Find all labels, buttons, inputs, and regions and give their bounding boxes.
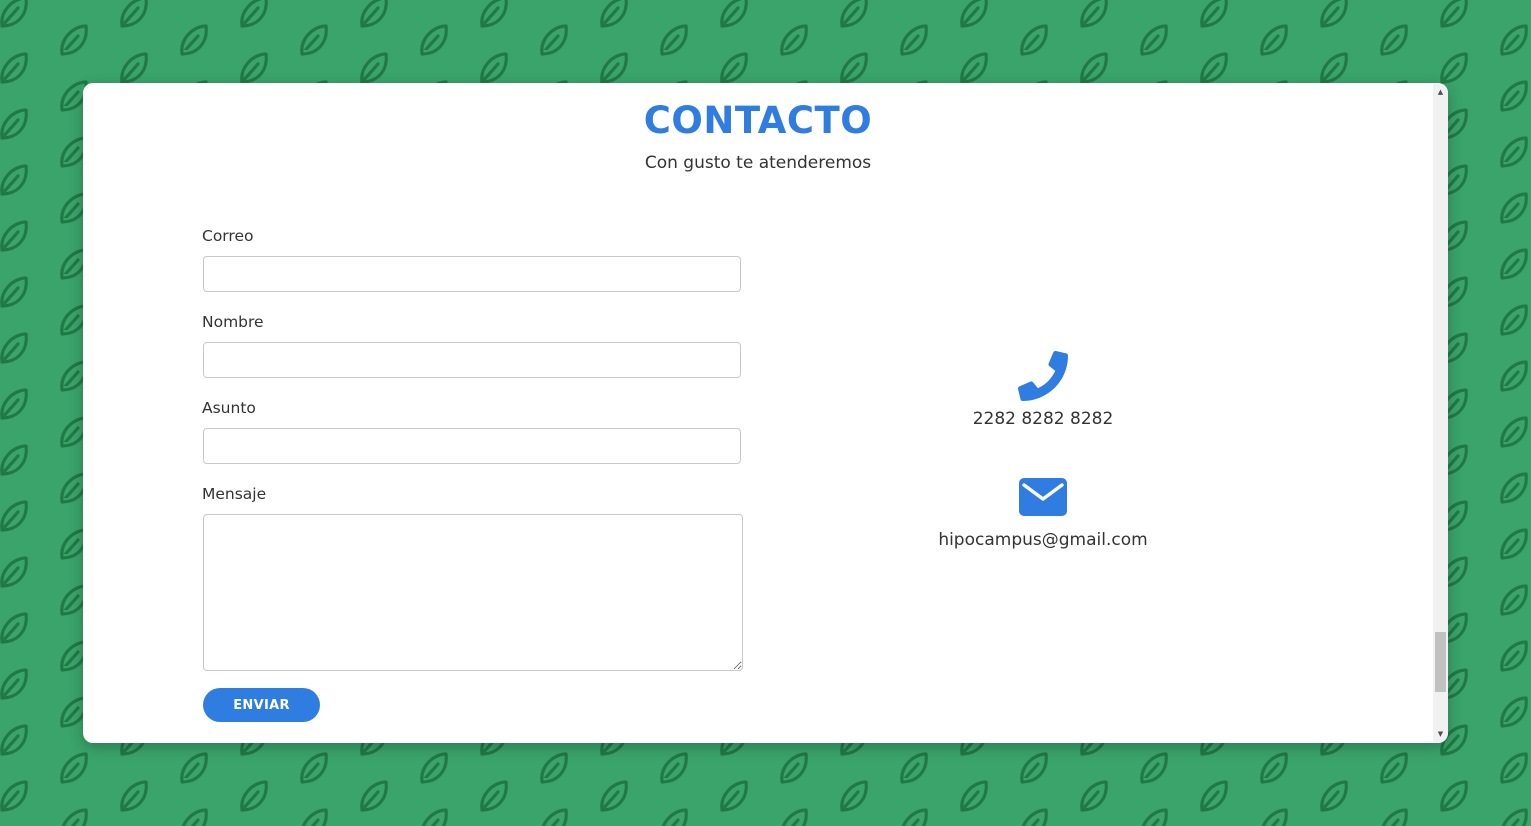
email-address: hipocampus@gmail.com [938,530,1148,550]
message-textarea[interactable] [203,514,743,671]
page-subtitle: Con gusto te atenderemos [644,153,872,173]
scroll-thumb[interactable] [1435,632,1446,692]
message-label: Mensaje [202,485,267,503]
name-field[interactable] [203,342,741,378]
contact-card: CONTACTO Con gusto te atenderemos Correo… [83,83,1448,743]
scroll-up-arrow-icon[interactable]: ▲ [1433,85,1448,99]
subject-label: Asunto [202,399,256,417]
page-title: CONTACTO [643,99,873,142]
phone-icon [1018,351,1068,401]
email-label: Correo [202,227,254,245]
vertical-scrollbar[interactable]: ▲ ▼ [1433,83,1448,743]
envelope-icon [1019,478,1067,516]
submit-button[interactable]: ENVIAR [203,688,320,722]
name-label: Nombre [202,313,264,331]
subject-field[interactable] [203,428,741,464]
phone-number: 2282 8282 8282 [972,409,1114,429]
scroll-down-arrow-icon[interactable]: ▼ [1433,727,1448,741]
email-field[interactable] [203,256,741,292]
